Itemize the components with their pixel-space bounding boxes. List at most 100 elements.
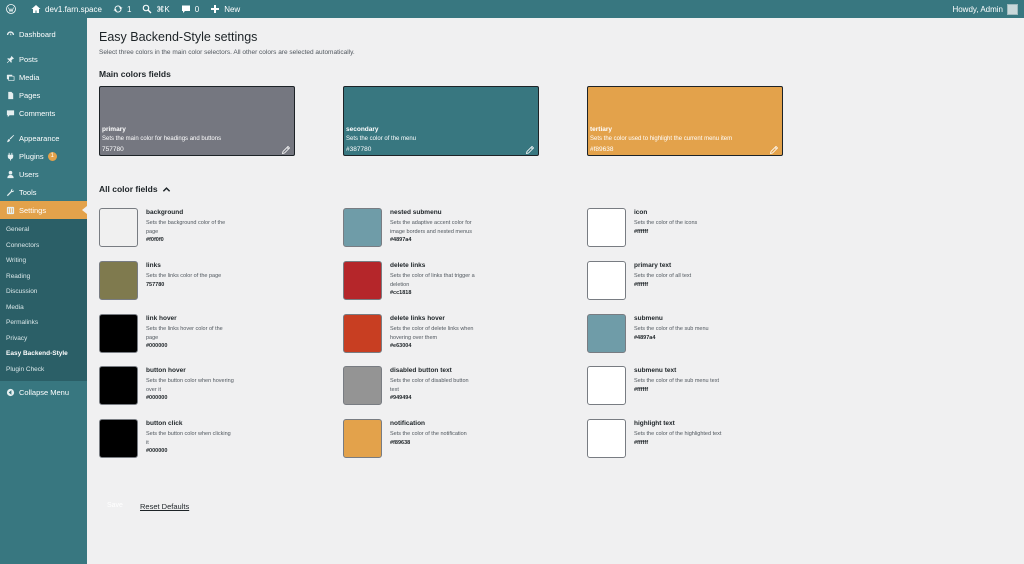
color-field: link hover Sets the links hover color of …: [99, 314, 319, 358]
menu-item-media[interactable]: Media: [0, 68, 87, 86]
search-shortcut-label: ⌘K: [156, 4, 170, 14]
menu-item-posts[interactable]: Posts: [0, 50, 87, 68]
field-name: highlight text: [634, 420, 675, 427]
submenu-item-privacy[interactable]: Privacy: [0, 331, 87, 347]
field-hex: #000000: [146, 395, 168, 401]
field-description: Sets the color of delete links when hove…: [390, 326, 474, 341]
settings-icon: [5, 205, 15, 215]
submenu-item-permalinks[interactable]: Permalinks: [0, 315, 87, 331]
color-swatch[interactable]: [99, 419, 138, 458]
submenu-item-media[interactable]: Media: [0, 300, 87, 316]
admin-sidebar: Dashboard Posts Media Pages Comments App…: [0, 18, 87, 564]
wordpress-logo-icon: [5, 3, 17, 15]
menu-label: Comments: [19, 108, 56, 118]
color-field: submenu text Sets the color of the sub me…: [587, 366, 807, 410]
field-name: nested submenu: [390, 209, 442, 216]
color-field: primary text Sets the color of all text #f…: [587, 261, 807, 305]
color-description: Sets the color used to highlight the cur…: [590, 136, 733, 142]
field-description: Sets the background color of the page: [146, 220, 226, 235]
save-button[interactable]: Save: [107, 502, 123, 509]
color-field: disabled button text Sets the color of di…: [343, 366, 563, 410]
reset-defaults-link[interactable]: Reset Defaults: [140, 502, 189, 511]
color-name: tertiary: [590, 126, 613, 133]
field-hex: #949494: [390, 395, 412, 401]
color-name: secondary: [346, 126, 379, 133]
color-field: background Sets the background color of t…: [99, 208, 319, 252]
menu-item-pages[interactable]: Pages: [0, 86, 87, 104]
color-field: highlight text Sets the color of the high…: [587, 419, 807, 463]
field-hex: #4897a4: [390, 237, 412, 243]
collapse-menu-button[interactable]: Collapse Menu: [0, 383, 87, 401]
menu-label: Plugins: [19, 151, 44, 161]
settings-submenu: General Connectors Writing Reading Discu…: [0, 219, 87, 381]
color-swatch[interactable]: [99, 366, 138, 405]
collapse-label: Collapse Menu: [19, 387, 70, 397]
field-description: Sets the button color when hovering over…: [146, 378, 234, 393]
pencil-icon[interactable]: [281, 142, 291, 155]
color-swatch[interactable]: [343, 314, 382, 353]
submenu-item-plugin-check[interactable]: Plugin Check: [0, 362, 87, 378]
color-swatch[interactable]: [343, 261, 382, 300]
color-hex: #387780: [346, 146, 372, 153]
field-hex: #ffffff: [634, 282, 649, 288]
color-swatch[interactable]: [99, 208, 138, 247]
color-field: delete links Sets the color of links that…: [343, 261, 563, 305]
menu-item-appearance[interactable]: Appearance: [0, 129, 87, 147]
menu-item-users[interactable]: Users: [0, 165, 87, 183]
color-field: icon Sets the color of the icons #ffffff: [587, 208, 807, 252]
color-swatch[interactable]: [587, 208, 626, 247]
color-swatch[interactable]: [343, 419, 382, 458]
search-icon: [141, 3, 153, 15]
submenu-item-connectors[interactable]: Connectors: [0, 238, 87, 254]
field-name: notification: [390, 420, 426, 427]
color-field: delete links hover Sets the color of dele…: [343, 314, 563, 358]
menu-item-comments[interactable]: Comments: [0, 104, 87, 122]
field-hex: #ffffff: [634, 229, 649, 235]
submenu-item-writing[interactable]: Writing: [0, 253, 87, 269]
field-description: Sets the color of the icons: [634, 220, 698, 226]
secondary-color-picker[interactable]: secondary Sets the color of the menu #38…: [343, 86, 539, 156]
updates-link[interactable]: 1: [107, 0, 136, 18]
color-description: Sets the main color for headings and but…: [102, 136, 222, 142]
wordpress-logo-button[interactable]: [0, 0, 25, 18]
submenu-item-general[interactable]: General: [0, 222, 87, 238]
color-name: primary: [102, 126, 126, 133]
comments-link[interactable]: 0: [175, 0, 204, 18]
color-field: submenu Sets the color of the sub menu #48…: [587, 314, 807, 358]
color-swatch[interactable]: [343, 366, 382, 405]
my-account-link[interactable]: Howdy, Admin: [947, 0, 1024, 18]
color-field: nested submenu Sets the adaptive accent c…: [343, 208, 563, 252]
new-content-link[interactable]: New: [204, 0, 245, 18]
command-search-link[interactable]: ⌘K: [136, 0, 174, 18]
color-swatch[interactable]: [587, 314, 626, 353]
menu-label: Settings: [19, 205, 47, 215]
pages-icon: [5, 90, 15, 100]
menu-item-plugins[interactable]: Plugins 1: [0, 147, 87, 165]
submenu-item-easy-backend-style[interactable]: Easy Backend-Style: [0, 346, 87, 362]
pencil-icon[interactable]: [769, 142, 779, 155]
all-fields-heading: All color fields: [99, 184, 158, 194]
color-swatch[interactable]: [99, 314, 138, 353]
submenu-item-reading[interactable]: Reading: [0, 269, 87, 285]
color-swatch[interactable]: [99, 261, 138, 300]
field-name: submenu text: [634, 367, 677, 374]
site-name-label: dev1.farn.space: [45, 4, 102, 14]
tertiary-color-picker[interactable]: tertiary Sets the color used to highligh…: [587, 86, 783, 156]
primary-color-picker[interactable]: primary Sets the main color for headings…: [99, 86, 295, 156]
collapse-icon: [5, 387, 15, 397]
field-description: Sets the color of the notification: [390, 431, 467, 437]
color-swatch[interactable]: [587, 419, 626, 458]
pencil-icon[interactable]: [525, 142, 535, 155]
submenu-item-discussion[interactable]: Discussion: [0, 284, 87, 300]
menu-item-dashboard[interactable]: Dashboard: [0, 25, 87, 43]
menu-item-tools[interactable]: Tools: [0, 183, 87, 201]
menu-label: Media: [19, 72, 40, 82]
color-swatch[interactable]: [587, 366, 626, 405]
color-swatch[interactable]: [343, 208, 382, 247]
site-name-link[interactable]: dev1.farn.space: [25, 0, 107, 18]
menu-label: Posts: [19, 54, 38, 64]
all-fields-toggle[interactable]: All color fields: [99, 184, 171, 194]
field-name: links: [146, 262, 161, 269]
menu-item-settings[interactable]: Settings: [0, 201, 87, 219]
color-swatch[interactable]: [587, 261, 626, 300]
